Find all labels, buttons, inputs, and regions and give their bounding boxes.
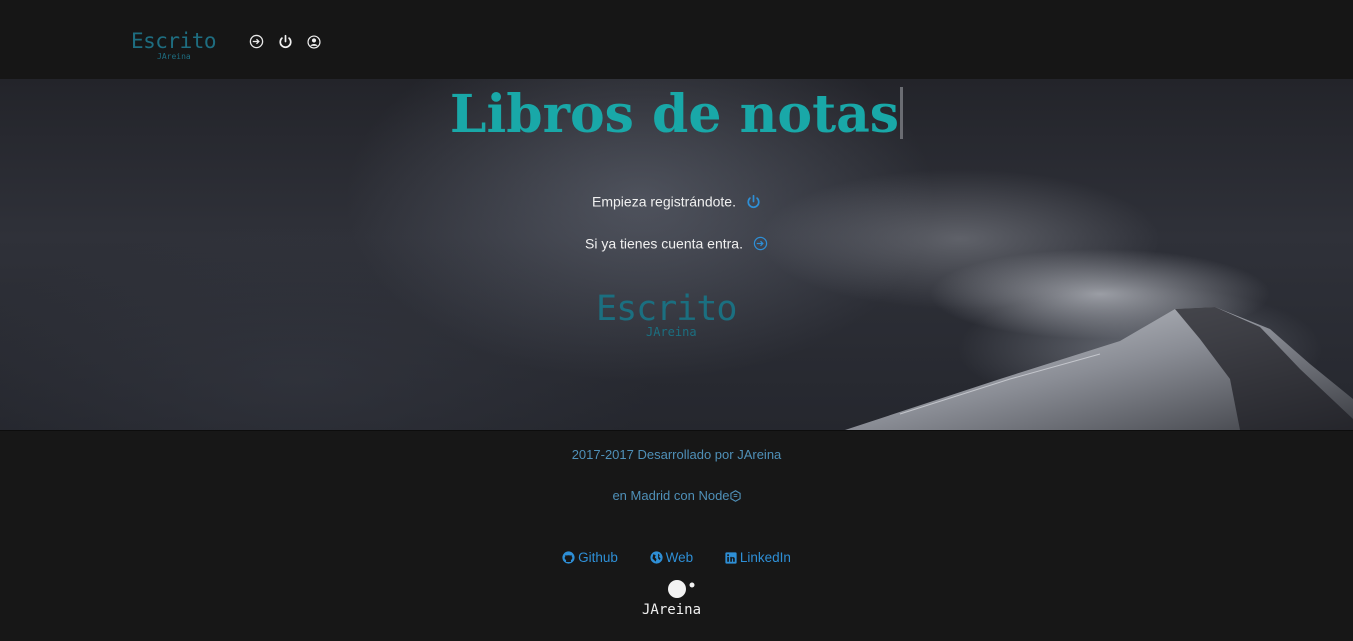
brand-mark-icon [668,580,695,598]
footer-location: en Madrid con Node [0,488,1353,503]
footer-credit: 2017-2017 Desarrollado por JAreina [571,447,782,462]
hero-logo: Escrito JAreina [596,289,761,345]
globe-icon [650,550,666,565]
header-logo[interactable]: Escrito JAreina [131,29,221,63]
footer-brand-name: JAreina [642,602,702,618]
header-logo-subtitle: JAreina [157,52,191,61]
page-title-text: Libros de notas [449,84,900,145]
hero-logo-subtitle: JAreina [646,325,697,339]
register-text: Empieza registrándote. [592,193,736,210]
github-icon [562,550,578,565]
text-caret [900,87,904,139]
login-sign-in-icon[interactable] [753,236,768,251]
register-power-icon[interactable] [746,194,761,209]
header-logo-title: Escrito [131,29,217,53]
hero-section: Libros de notas Empieza registrándote. S… [0,79,1353,430]
linkedin-link[interactable]: LinkedIn [725,550,791,565]
login-text: Si ya tienes cuenta entra. [585,235,743,252]
navbar: Escrito JAreina [0,0,1353,79]
footer-brand: JAreina [638,579,718,623]
login-prompt: Si ya tienes cuenta entra. [0,234,1353,251]
web-link-label: Web [665,550,694,565]
page-title: Libros de notas [0,82,1353,148]
linkedin-link-label: LinkedIn [739,550,791,565]
hero-logo-title: Escrito [596,289,738,329]
github-link-label: Github [578,550,618,565]
footer-links: Github Web LinkedIn [0,550,1353,565]
github-link[interactable]: Github [562,550,618,565]
power-icon[interactable] [278,34,294,50]
footer: 2017-2017 Desarrollado por JAreina en Ma… [0,430,1353,641]
web-link[interactable]: Web [650,550,694,565]
nodejs-icon [729,488,741,503]
user-icon[interactable] [307,34,323,50]
footer-location-text: en Madrid con Node [612,488,730,503]
linkedin-icon [725,550,740,565]
sign-in-icon[interactable] [249,34,265,50]
register-prompt: Empieza registrándote. [0,192,1353,209]
